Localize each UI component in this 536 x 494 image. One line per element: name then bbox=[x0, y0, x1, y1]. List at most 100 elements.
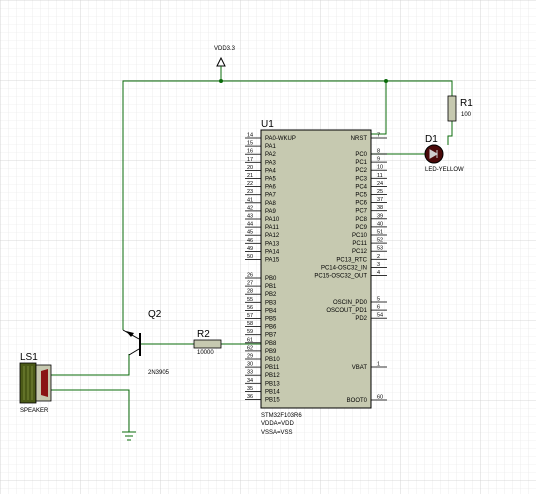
pin-number: 39 bbox=[377, 213, 383, 219]
pin-number: 28 bbox=[247, 289, 253, 295]
pin-name: PA5 bbox=[265, 177, 277, 183]
pin-name: PC0 bbox=[355, 152, 367, 158]
pin-name: PC15-OSC32_OUT bbox=[314, 274, 367, 280]
mcu-note: VDDA=VDD bbox=[261, 421, 295, 427]
pin-name: PB8 bbox=[265, 341, 277, 347]
pin-name: PC6 bbox=[355, 201, 367, 207]
r2-body bbox=[193, 339, 222, 349]
pin-number: 52 bbox=[377, 238, 383, 244]
d1-value: LED-YELLOW bbox=[425, 167, 464, 173]
pin-number: 24 bbox=[377, 181, 383, 187]
pin-number: 16 bbox=[247, 149, 253, 155]
resistor-r1[interactable]: R1 100 bbox=[447, 95, 473, 122]
pin-name: PB3 bbox=[265, 300, 277, 306]
pin-number: 15 bbox=[247, 141, 253, 147]
junction-dot bbox=[219, 79, 223, 83]
pin-number: 56 bbox=[247, 305, 253, 311]
pin-name: PB2 bbox=[265, 292, 277, 298]
pin-name: PC3 bbox=[355, 176, 367, 182]
pin-number: 60 bbox=[377, 395, 383, 401]
pin-name: OSCIN_PD0 bbox=[333, 300, 368, 306]
pin-number: 20 bbox=[247, 165, 253, 171]
pin-name: PB1 bbox=[265, 284, 277, 290]
pin-number: 9 bbox=[377, 157, 380, 163]
schematic-canvas: VDD3.3 U1 STM32F103R6 VDDA=VDD VSSA=VSS … bbox=[0, 0, 536, 494]
pin-number: 14 bbox=[247, 133, 253, 139]
pin-number: 42 bbox=[247, 205, 253, 211]
pin-number: 58 bbox=[247, 321, 253, 327]
pin-number: 55 bbox=[247, 297, 253, 303]
pin-name: PC5 bbox=[355, 193, 367, 199]
pin-name: PA7 bbox=[265, 193, 277, 199]
pin-number: 27 bbox=[247, 281, 253, 287]
pin-name: PC14-OSC32_IN bbox=[321, 265, 367, 271]
pin-number: 51 bbox=[377, 230, 383, 236]
pin-name: PB5 bbox=[265, 317, 277, 323]
pin-name: PA2 bbox=[265, 152, 277, 158]
q2-value: 2N3905 bbox=[148, 370, 170, 376]
pin-name: PD2 bbox=[355, 316, 367, 322]
pin-number: 33 bbox=[247, 370, 253, 376]
speaker-icon bbox=[41, 369, 48, 397]
pin-name: PC2 bbox=[355, 168, 367, 174]
pin-number: 17 bbox=[247, 157, 253, 163]
pin-number: 5 bbox=[377, 297, 380, 303]
pin-name: PC4 bbox=[355, 184, 367, 190]
pin-number: 23 bbox=[247, 189, 253, 195]
pin-name: BOOT0 bbox=[347, 398, 368, 404]
pin-number: 43 bbox=[247, 214, 253, 220]
r1-value: 100 bbox=[461, 112, 472, 118]
ls1-value: SPEAKER bbox=[20, 408, 49, 414]
pin-name: PB4 bbox=[265, 308, 277, 314]
pin-number: 30 bbox=[247, 362, 253, 368]
pin-name: PA0-WKUP bbox=[265, 136, 296, 142]
r2-ref: R2 bbox=[197, 329, 210, 340]
pin-number: 50 bbox=[247, 254, 253, 260]
pin-name: PA6 bbox=[265, 185, 277, 191]
pin-name: PA11 bbox=[265, 225, 279, 231]
pin-number: 40 bbox=[377, 221, 383, 227]
pin-number: 29 bbox=[247, 354, 253, 360]
pin-number: 41 bbox=[247, 197, 253, 203]
pin-name: PB6 bbox=[265, 325, 277, 331]
pin-name: PA13 bbox=[265, 241, 280, 247]
pin-name: PC7 bbox=[355, 209, 367, 215]
pin-number: 37 bbox=[377, 197, 383, 203]
pin-number: 3 bbox=[377, 262, 380, 268]
pin-name: PB14 bbox=[265, 389, 280, 395]
pin-number: 2 bbox=[377, 254, 380, 260]
pin-number: 7 bbox=[377, 133, 380, 139]
pin-number: 38 bbox=[377, 205, 383, 211]
r1-body bbox=[447, 95, 457, 122]
pin-number: 46 bbox=[247, 238, 253, 244]
pin-name: PB10 bbox=[265, 357, 280, 363]
q2-ref: Q2 bbox=[148, 309, 162, 320]
pin-number: 1 bbox=[377, 362, 380, 368]
pin-number: 44 bbox=[247, 222, 253, 228]
r1-ref: R1 bbox=[460, 98, 473, 109]
pin-name: PC11 bbox=[352, 241, 367, 247]
pin-name: PA4 bbox=[265, 168, 277, 174]
junction-dot bbox=[384, 79, 388, 83]
pin-name: PC1 bbox=[355, 160, 367, 166]
pin-number: 53 bbox=[377, 246, 383, 252]
pin-name: PA15 bbox=[265, 258, 280, 264]
pin-number: 4 bbox=[377, 270, 380, 276]
pin-name: OSCOUT_PD1 bbox=[326, 308, 367, 314]
pin-name: PC10 bbox=[352, 233, 368, 239]
pin-name: PA12 bbox=[265, 233, 280, 239]
pin-number: 11 bbox=[377, 173, 383, 179]
pin-name: PA3 bbox=[265, 160, 277, 166]
pin-number: 54 bbox=[377, 313, 383, 319]
pin-number: 21 bbox=[247, 173, 253, 179]
mcu-u1[interactable]: U1 STM32F103R6 VDDA=VDD VSSA=VSS 14PA0-W… bbox=[245, 119, 387, 436]
pin-name: PC12 bbox=[352, 249, 368, 255]
pin-name: PC9 bbox=[355, 225, 367, 231]
pin-number: 57 bbox=[247, 313, 253, 319]
pin-number: 22 bbox=[247, 181, 253, 187]
pin-number: 35 bbox=[247, 386, 253, 392]
pin-name: VBAT bbox=[352, 365, 368, 371]
pin-name: PB0 bbox=[265, 276, 277, 282]
pin-name: PA14 bbox=[265, 249, 280, 255]
pin-name: NRST bbox=[351, 136, 368, 142]
